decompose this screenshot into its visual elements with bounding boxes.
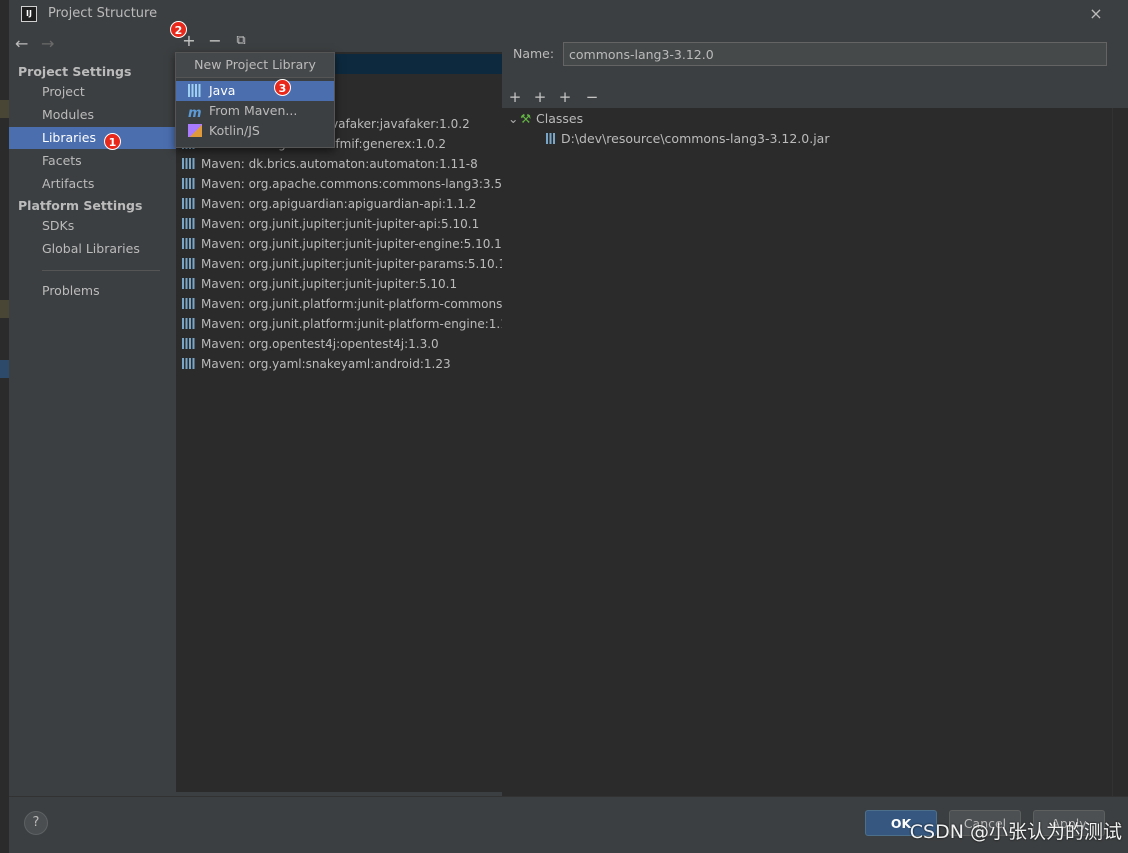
- csdn-watermark: CSDN @小张认为的测试: [909, 821, 1122, 843]
- library-row[interactable]: Maven: org.junit.platform:junit-platform…: [182, 294, 502, 314]
- settings-sidebar: ← → Project Settings Project Modules Lib…: [9, 28, 177, 796]
- kotlin-js-icon: [188, 124, 202, 137]
- library-icon: [182, 258, 195, 269]
- library-row[interactable]: Maven: org.junit.jupiter:junit-jupiter-e…: [182, 234, 502, 254]
- libraries-list[interactable]: Maven: com.github.javafaker:javafaker:1.…: [176, 52, 502, 818]
- library-icon: [182, 218, 195, 229]
- name-label: Name:: [513, 46, 555, 61]
- library-row[interactable]: Maven: org.opentest4j:opentest4j:1.3.0: [182, 334, 502, 354]
- project-settings-header: Project Settings: [18, 64, 132, 79]
- library-icon: [182, 278, 195, 289]
- popup-item-java[interactable]: Java: [176, 81, 334, 101]
- library-row[interactable]: Maven: org.junit.jupiter:junit-jupiter-p…: [182, 254, 502, 274]
- maven-icon: m: [188, 106, 202, 121]
- library-detail-panel: Name: + + + − ⌄⚒Classes D:\dev\resource\…: [502, 28, 1128, 796]
- help-button[interactable]: ?: [24, 811, 48, 835]
- library-icon: [182, 198, 195, 209]
- java-library-icon: [188, 84, 202, 97]
- library-icon: [182, 358, 195, 369]
- remove-root-icon[interactable]: −: [583, 88, 601, 106]
- chevron-down-icon[interactable]: ⌄: [508, 109, 520, 129]
- library-row[interactable]: Maven: dk.brics.automaton:automaton:1.11…: [182, 154, 502, 174]
- tree-node-classes[interactable]: ⌄ ⚒ Classes: [508, 109, 583, 129]
- window-title: Project Structure: [48, 6, 158, 21]
- sidebar-item-artifacts[interactable]: Artifacts: [9, 173, 176, 195]
- library-roots-tree[interactable]: ⌄ ⚒ Classes D:\dev\resource\commons-lang3-…: [502, 108, 1128, 796]
- remove-library-icon[interactable]: −: [206, 32, 224, 50]
- classes-hammer-icon: ⚒: [520, 111, 532, 126]
- tree-node-jar[interactable]: D:\dev\resource\commons-lang3-3.12.0.jar: [546, 129, 829, 149]
- sidebar-item-facets[interactable]: Facets: [9, 150, 176, 172]
- sidebar-item-global-libraries[interactable]: Global Libraries: [9, 238, 176, 260]
- sidebar-item-modules[interactable]: Modules: [9, 104, 176, 126]
- step-marker-2: 2: [170, 21, 187, 38]
- sidebar-item-libraries[interactable]: Libraries: [9, 127, 176, 149]
- copy-library-icon[interactable]: ⧉: [232, 32, 250, 50]
- library-icon: [182, 178, 195, 189]
- sidebar-item-problems[interactable]: Problems: [9, 280, 176, 302]
- library-icon: [182, 238, 195, 249]
- library-icon: [182, 298, 195, 309]
- step-marker-1: 1: [104, 133, 121, 150]
- ide-highlight: [0, 300, 9, 318]
- sidebar-item-sdks[interactable]: SDKs: [9, 215, 176, 237]
- library-icon: [182, 318, 195, 329]
- intellij-app-icon: IJ: [21, 6, 37, 22]
- forward-arrow-icon[interactable]: →: [41, 34, 54, 53]
- popup-item-from-maven[interactable]: m From Maven...: [176, 101, 334, 121]
- ide-selection: [0, 360, 9, 378]
- step-marker-3: 3: [274, 79, 291, 96]
- sidebar-item-project[interactable]: Project: [9, 81, 176, 103]
- platform-settings-header: Platform Settings: [18, 198, 143, 213]
- library-row[interactable]: Maven: org.junit.platform:junit-platform…: [182, 314, 502, 334]
- popup-item-kotlin-js[interactable]: Kotlin/JS: [176, 121, 334, 141]
- popup-title: New Project Library: [176, 53, 334, 78]
- close-icon[interactable]: ×: [1085, 3, 1107, 25]
- library-row[interactable]: Maven: org.yaml:snakeyaml:android:1.23: [182, 354, 502, 374]
- ide-highlight: [0, 100, 9, 118]
- library-row[interactable]: Maven: org.apache.commons:commons-lang3:…: [182, 174, 502, 194]
- add-excluded-icon[interactable]: +: [556, 88, 574, 106]
- sidebar-divider: [42, 270, 160, 271]
- library-icon: [182, 158, 195, 169]
- new-project-library-popup: New Project Library Java m From Maven... …: [175, 52, 335, 148]
- vertical-scrollbar[interactable]: [1112, 108, 1121, 796]
- project-structure-dialog: IJ Project Structure × ← → Project Setti…: [9, 0, 1128, 853]
- jar-icon: [546, 133, 555, 144]
- library-row[interactable]: Maven: org.junit.jupiter:junit-jupiter:5…: [182, 274, 502, 294]
- add-root-icon[interactable]: +: [506, 88, 524, 106]
- library-row[interactable]: Maven: org.junit.jupiter:junit-jupiter-a…: [182, 214, 502, 234]
- add-with-options-icon[interactable]: +: [531, 88, 549, 106]
- back-arrow-icon[interactable]: ←: [15, 34, 28, 53]
- library-icon: [182, 338, 195, 349]
- library-row[interactable]: Maven: org.apiguardian:apiguardian-api:1…: [182, 194, 502, 214]
- library-name-field[interactable]: [563, 42, 1107, 66]
